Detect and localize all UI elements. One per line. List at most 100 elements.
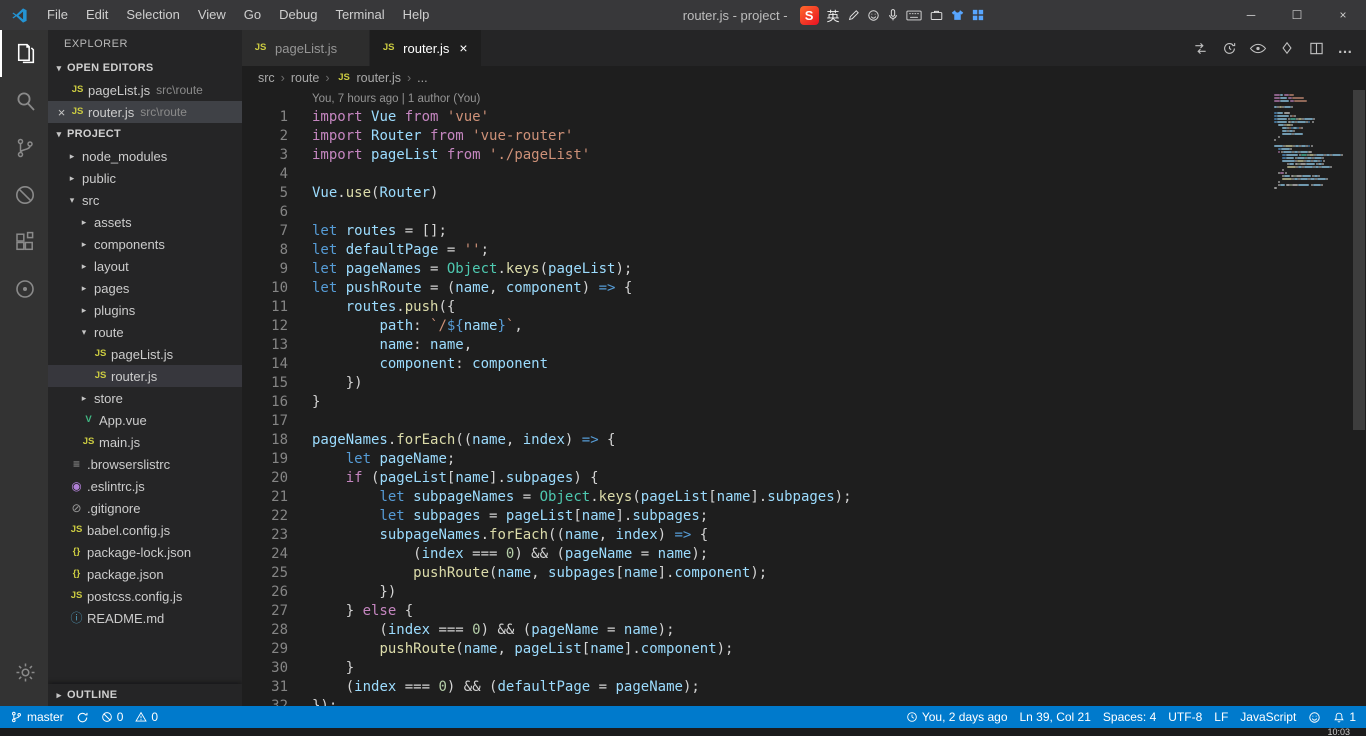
- code-line-15[interactable]: 15 }): [242, 374, 1366, 393]
- code-line-30[interactable]: 30 }: [242, 659, 1366, 678]
- mic-icon[interactable]: [888, 8, 898, 22]
- breadcrumb-item-route[interactable]: route: [291, 71, 320, 85]
- status-javascript[interactable]: JavaScript: [1234, 706, 1302, 728]
- toolbox-icon[interactable]: [930, 9, 943, 21]
- close-icon[interactable]: ×: [455, 40, 471, 56]
- pen-icon[interactable]: [848, 9, 859, 21]
- status-0[interactable]: 0: [129, 706, 164, 728]
- status-0[interactable]: 0: [95, 706, 130, 728]
- close-icon[interactable]: ×: [54, 105, 69, 120]
- menu-help[interactable]: Help: [394, 0, 439, 30]
- menu-selection[interactable]: Selection: [117, 0, 188, 30]
- code-line-19[interactable]: 19 let pageName;: [242, 450, 1366, 469]
- tree-item-pages[interactable]: ▸ pages: [48, 277, 242, 299]
- activitybar-debug-icon[interactable]: [0, 171, 48, 218]
- tree-item-src[interactable]: ▾ src: [48, 189, 242, 211]
- menu-go[interactable]: Go: [235, 0, 270, 30]
- code-line-17[interactable]: 17: [242, 412, 1366, 431]
- code-line-10[interactable]: 10 let pushRoute = (name, component) => {: [242, 279, 1366, 298]
- code-line-5[interactable]: 5 Vue.use(Router): [242, 184, 1366, 203]
- menu-terminal[interactable]: Terminal: [326, 0, 393, 30]
- code-line-16[interactable]: 16}: [242, 393, 1366, 412]
- grid-icon[interactable]: [972, 9, 984, 21]
- tree-item-route[interactable]: ▾ route: [48, 321, 242, 343]
- code-line-13[interactable]: 13 name: name,: [242, 336, 1366, 355]
- code-line-12[interactable]: 12 path: `/${name}`,: [242, 317, 1366, 336]
- code-line-28[interactable]: 28 (index === 0) && (pageName = name);: [242, 621, 1366, 640]
- sogou-logo-icon[interactable]: S: [799, 5, 819, 25]
- tree-item-browserslistrc[interactable]: ≡ .browserslistrc: [48, 453, 242, 475]
- code-editor[interactable]: You, 7 hours ago | 1 author (You) 1 impor…: [242, 90, 1366, 706]
- status-lf[interactable]: LF: [1208, 706, 1234, 728]
- code-line-20[interactable]: 20 if (pageList[name].subpages) {: [242, 469, 1366, 488]
- status-sync-indicator[interactable]: [70, 706, 95, 728]
- eye-action-icon[interactable]: [1245, 35, 1271, 61]
- tree-item-gitignore[interactable]: ⊘ .gitignore: [48, 497, 242, 519]
- history-action-icon[interactable]: [1216, 35, 1242, 61]
- activitybar-search-icon[interactable]: [0, 77, 48, 124]
- status-smiley-indicator[interactable]: [1302, 706, 1327, 728]
- activitybar-explorer-icon[interactable]: [0, 30, 48, 77]
- tab-router-js[interactable]: JS router.js ×: [370, 30, 483, 66]
- activitybar-source-control-icon[interactable]: [0, 124, 48, 171]
- code-line-27[interactable]: 27 } else {: [242, 602, 1366, 621]
- open-editor-router-js[interactable]: × JS router.js src\route: [48, 101, 242, 123]
- editor-scrollbar[interactable]: [1352, 90, 1366, 706]
- status-master[interactable]: master: [4, 706, 70, 728]
- gitlens-action-icon[interactable]: [1274, 35, 1300, 61]
- shirt-icon[interactable]: [951, 9, 964, 21]
- tree-item-package-json[interactable]: {} package.json: [48, 563, 242, 585]
- code-line-9[interactable]: 9 let pageNames = Object.keys(pageList);: [242, 260, 1366, 279]
- code-line-14[interactable]: 14 component: component: [242, 355, 1366, 374]
- code-line-7[interactable]: 7 let routes = [];: [242, 222, 1366, 241]
- activitybar-extensions-icon[interactable]: [0, 218, 48, 265]
- tree-item-public[interactable]: ▸ public: [48, 167, 242, 189]
- code-line-4[interactable]: 4: [242, 165, 1366, 184]
- close-button[interactable]: ×: [1320, 0, 1366, 30]
- code-line-3[interactable]: 3 import pageList from './pageList': [242, 146, 1366, 165]
- code-line-29[interactable]: 29 pushRoute(name, pageList[name].compon…: [242, 640, 1366, 659]
- tree-item-store[interactable]: ▸ store: [48, 387, 242, 409]
- project-header[interactable]: ▾ PROJECT: [48, 123, 242, 145]
- code-line-26[interactable]: 26 }): [242, 583, 1366, 602]
- tree-item-node-modules[interactable]: ▸ node_modules: [48, 145, 242, 167]
- menu-edit[interactable]: Edit: [77, 0, 117, 30]
- breadcrumb-item-[interactable]: ...: [417, 71, 427, 85]
- codelens-annotation[interactable]: You, 7 hours ago | 1 author (You): [242, 90, 1366, 108]
- tree-item-components[interactable]: ▸ components: [48, 233, 242, 255]
- code-line-24[interactable]: 24 (index === 0) && (pageName = name);: [242, 545, 1366, 564]
- code-line-11[interactable]: 11 routes.push({: [242, 298, 1366, 317]
- menu-file[interactable]: File: [38, 0, 77, 30]
- keyboard-icon[interactable]: [905, 10, 922, 21]
- code-line-22[interactable]: 22 let subpages = pageList[name].subpage…: [242, 507, 1366, 526]
- open-editors-header[interactable]: ▾ OPEN EDITORS: [48, 57, 242, 79]
- maximize-button[interactable]: ☐: [1274, 0, 1320, 30]
- code-line-8[interactable]: 8 let defaultPage = '';: [242, 241, 1366, 260]
- split-action-icon[interactable]: [1303, 35, 1329, 61]
- tree-item-assets[interactable]: ▸ assets: [48, 211, 242, 233]
- tab-pagelist-js[interactable]: JS pageList.js: [242, 30, 371, 66]
- open-editor-pagelist-js[interactable]: JS pageList.js src\route: [48, 79, 242, 101]
- code-line-18[interactable]: 18 pageNames.forEach((name, index) => {: [242, 431, 1366, 450]
- menu-view[interactable]: View: [189, 0, 235, 30]
- code-line-32[interactable]: 32});: [242, 697, 1366, 706]
- code-line-21[interactable]: 21 let subpageNames = Object.keys(pageLi…: [242, 488, 1366, 507]
- tree-item-eslintrc-js[interactable]: ◉ .eslintrc.js: [48, 475, 242, 497]
- breadcrumb-item-router-js[interactable]: JS router.js: [336, 71, 401, 85]
- tree-item-babel-config-js[interactable]: JS babel.config.js: [48, 519, 242, 541]
- compare-action-icon[interactable]: [1187, 35, 1213, 61]
- tree-item-postcss-config-js[interactable]: JS postcss.config.js: [48, 585, 242, 607]
- status-utf-8[interactable]: UTF-8: [1162, 706, 1208, 728]
- status-1[interactable]: 1: [1327, 706, 1362, 728]
- code-line-2[interactable]: 2 import Router from 'vue-router': [242, 127, 1366, 146]
- minimize-button[interactable]: ─: [1228, 0, 1274, 30]
- tree-item-main-js[interactable]: JS main.js: [48, 431, 242, 453]
- code-line-31[interactable]: 31 (index === 0) && (defaultPage = pageN…: [242, 678, 1366, 697]
- menu-debug[interactable]: Debug: [270, 0, 326, 30]
- code-line-23[interactable]: 23 subpageNames.forEach((name, index) =>…: [242, 526, 1366, 545]
- code-line-1[interactable]: 1 import Vue from 'vue': [242, 108, 1366, 127]
- tree-item-app-vue[interactable]: V App.vue: [48, 409, 242, 431]
- scrollbar-thumb[interactable]: [1353, 90, 1365, 430]
- minimap[interactable]: [1274, 94, 1352, 190]
- code-line-25[interactable]: 25 pushRoute(name, subpages[name].compon…: [242, 564, 1366, 583]
